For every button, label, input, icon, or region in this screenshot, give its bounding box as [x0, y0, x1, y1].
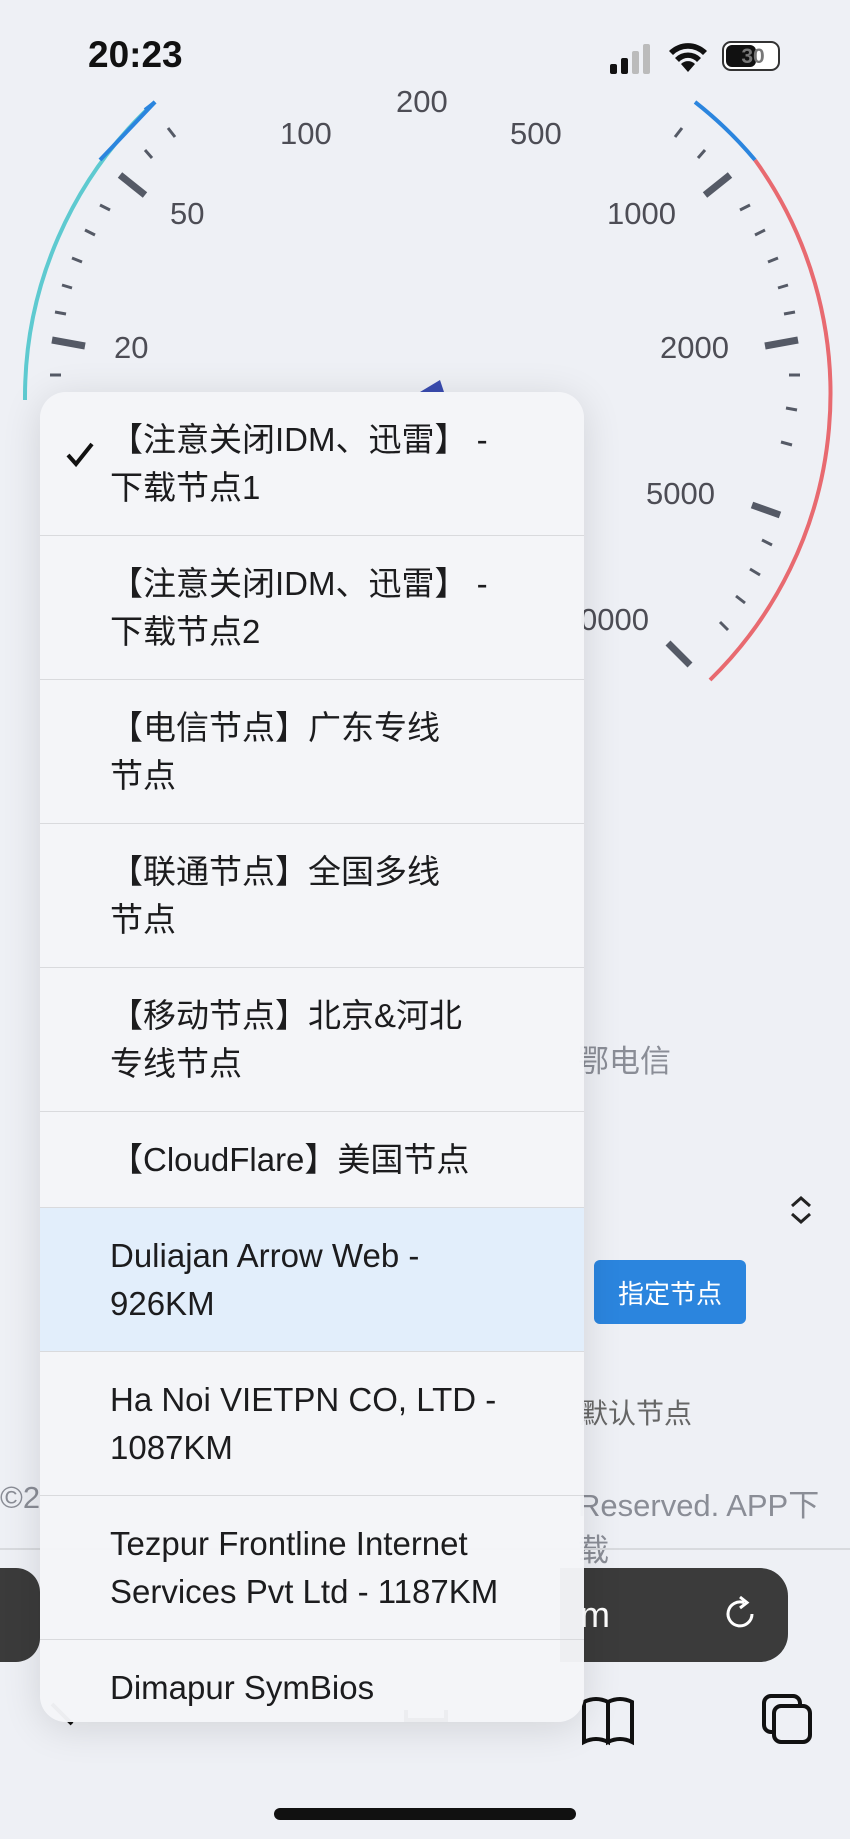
dropdown-option[interactable]: Ha Noi VIETPN CO, LTD - 1087KM: [40, 1352, 584, 1496]
option-label-line2: 节点: [110, 757, 176, 794]
url-text: m: [580, 1594, 610, 1635]
dropdown-option-highlighted[interactable]: Duliajan Arrow Web - 926KM: [40, 1208, 584, 1352]
option-label-line1: 【移动节点】北京&河北: [110, 997, 463, 1034]
url-bar-left-edge[interactable]: [0, 1568, 40, 1662]
option-label-line2: 节点: [110, 901, 176, 938]
default-node-text: 默认节点: [580, 1398, 693, 1429]
gauge-label-2000: 2000: [660, 330, 729, 365]
dropdown-option[interactable]: 【移动节点】北京&河北 专线节点: [40, 968, 584, 1112]
dropdown-list: 【注意关闭IDM、迅雷】 - 下载节点1 【注意关闭IDM、迅雷】 - 下载节点…: [40, 392, 584, 1722]
option-label-line1: 【注意关闭IDM、迅雷】 -: [110, 421, 488, 458]
specify-node-button[interactable]: 指定节点: [594, 1260, 746, 1324]
cellular-signal-icon: [610, 44, 650, 74]
gauge-label-20: 20: [114, 330, 149, 365]
tab-switcher-icon[interactable]: [756, 1690, 816, 1750]
option-label-line1: Ha Noi VIETPN CO, LTD -: [110, 1381, 497, 1418]
url-bar[interactable]: m: [560, 1568, 788, 1662]
isp-text: 鄂电信: [578, 1044, 671, 1079]
option-label-line2: 专线节点: [110, 1045, 242, 1082]
option-label-line1: Duliajan Arrow Web -: [110, 1237, 420, 1274]
option-label: 【CloudFlare】美国节点: [110, 1141, 470, 1178]
dropdown-option[interactable]: 【联通节点】全国多线 节点: [40, 824, 584, 968]
gauge-label-100: 100: [280, 116, 332, 151]
option-label-line1: 【联通节点】全国多线: [110, 853, 440, 890]
gauge-label-500: 500: [510, 116, 562, 151]
gauge-label-5000: 5000: [646, 476, 715, 511]
option-label-line1: 【注意关闭IDM、迅雷】 -: [110, 565, 488, 602]
option-label-line1: 【电信节点】广东专线: [110, 709, 440, 746]
checkmark-icon: [66, 442, 94, 468]
gauge-label-1000: 1000: [607, 196, 676, 231]
battery-icon: 30: [722, 41, 780, 71]
option-label-line2: 下载节点1: [110, 469, 261, 506]
status-icons: 30: [610, 38, 790, 78]
dropdown-option[interactable]: Dimapur SymBios: [40, 1640, 584, 1722]
option-label-line2: 1087KM: [110, 1429, 233, 1466]
footer-left-text: ©2: [0, 1480, 41, 1515]
option-label-line2: 下载节点2: [110, 613, 261, 650]
gauge-label-50: 50: [170, 196, 205, 231]
gauge-label-200: 200: [396, 84, 448, 119]
battery-level: 30: [741, 45, 765, 68]
option-label-line2: Services Pvt Ltd - 1187KM: [110, 1573, 499, 1610]
reload-icon[interactable]: [720, 1594, 760, 1634]
chevron-updown-icon[interactable]: [788, 1195, 814, 1225]
dropdown-option[interactable]: 【电信节点】广东专线 节点: [40, 680, 584, 824]
status-time: 20:23: [88, 34, 183, 75]
option-label: Dimapur SymBios: [110, 1669, 375, 1706]
node-select-dropdown[interactable]: 【注意关闭IDM、迅雷】 - 下载节点1 【注意关闭IDM、迅雷】 - 下载节点…: [40, 392, 584, 1722]
gauge-label-10000: 0000: [580, 602, 649, 637]
option-label-line1: Tezpur Frontline Internet: [110, 1525, 468, 1562]
dropdown-option[interactable]: 【注意关闭IDM、迅雷】 - 下载节点2: [40, 536, 584, 680]
home-indicator: [274, 1808, 576, 1820]
dropdown-option-selected[interactable]: 【注意关闭IDM、迅雷】 - 下载节点1: [40, 392, 584, 536]
dropdown-option[interactable]: 【CloudFlare】美国节点: [40, 1112, 584, 1208]
option-label-line2: 926KM: [110, 1285, 215, 1322]
bookmarks-icon[interactable]: [578, 1690, 638, 1750]
wifi-icon: [669, 43, 707, 72]
dropdown-option[interactable]: Tezpur Frontline Internet Services Pvt L…: [40, 1496, 584, 1640]
footer-right-text: Reserved. APP下载: [578, 1488, 820, 1568]
